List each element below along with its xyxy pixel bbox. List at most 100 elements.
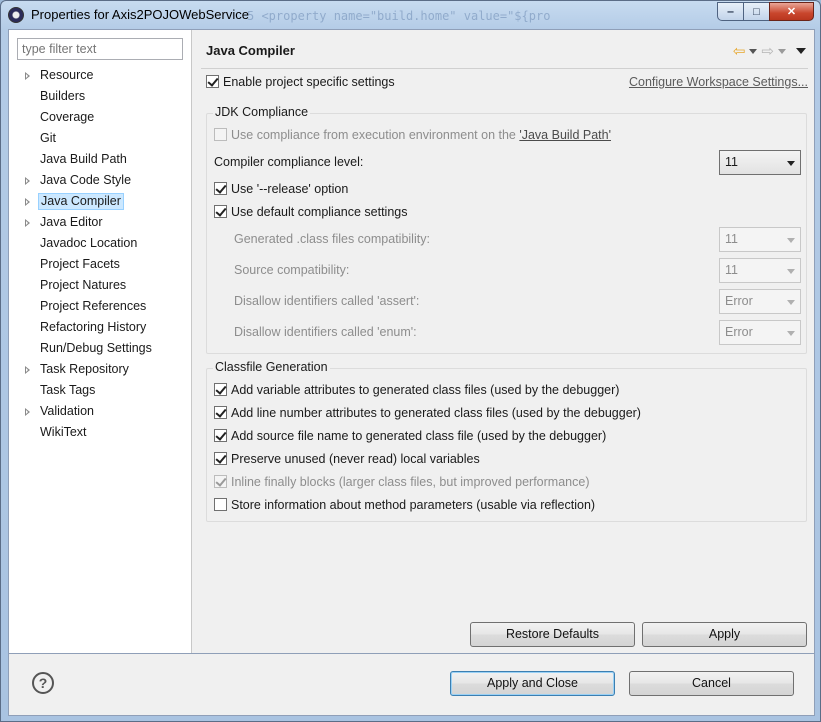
- help-icon[interactable]: ?: [32, 672, 54, 694]
- disallow-enum-label: Disallow identifiers called 'enum':: [234, 325, 417, 339]
- sidebar-item-label: Resource: [40, 68, 94, 82]
- configure-workspace-link[interactable]: Configure Workspace Settings...: [629, 75, 808, 89]
- background-editor-line: 5 <property name="build.home" value="${p…: [247, 9, 551, 23]
- sidebar-item-project-references[interactable]: Project References: [9, 296, 192, 317]
- sidebar-item-label: Java Compiler: [38, 193, 124, 210]
- classfile-option-label: Add line number attributes to generated …: [231, 406, 641, 420]
- sidebar-item-label: Java Editor: [40, 215, 103, 229]
- classfile-option-row: Inline finally blocks (larger class file…: [214, 475, 589, 489]
- classfile-option-row[interactable]: Store information about method parameter…: [214, 498, 595, 512]
- source-compat-select: 11: [719, 258, 801, 283]
- sidebar-item-label: Run/Debug Settings: [40, 341, 152, 355]
- classfile-option-label: Inline finally blocks (larger class file…: [231, 475, 590, 489]
- close-button[interactable]: ✕: [769, 2, 814, 21]
- sidebar-item-git[interactable]: Git: [9, 128, 192, 149]
- sidebar-item-builders[interactable]: Builders: [9, 86, 192, 107]
- filter-input[interactable]: [17, 38, 183, 60]
- sidebar-item-label: Project Natures: [40, 278, 127, 292]
- sidebar-item-task-tags[interactable]: Task Tags: [9, 380, 192, 401]
- source-compat-label: Source compatibility:: [234, 263, 350, 277]
- use-release-row[interactable]: Use '--release' option: [214, 182, 348, 196]
- enable-specific-checkbox[interactable]: [206, 75, 219, 88]
- sidebar-item-run-debug-settings[interactable]: Run/Debug Settings: [9, 338, 192, 359]
- classfile-option-row[interactable]: Preserve unused (never read) local varia…: [214, 452, 480, 466]
- use-release-checkbox[interactable]: [214, 182, 227, 195]
- chevron-down-icon: [787, 269, 795, 274]
- apply-and-close-button[interactable]: Apply and Close: [450, 671, 615, 696]
- sidebar-item-coverage[interactable]: Coverage: [9, 107, 192, 128]
- eclipse-icon: [8, 7, 24, 23]
- cancel-button[interactable]: Cancel: [629, 671, 794, 696]
- expand-arrow-icon[interactable]: [25, 72, 30, 80]
- forward-arrow-icon[interactable]: ⇨: [761, 42, 774, 60]
- expand-arrow-icon[interactable]: [25, 219, 30, 227]
- sidebar-item-label: Task Repository: [40, 362, 129, 376]
- classfile-option-checkbox[interactable]: [214, 406, 227, 419]
- enable-specific-row[interactable]: Enable project specific settings: [206, 75, 395, 89]
- generated-compat-label: Generated .class files compatibility:: [234, 232, 430, 246]
- expand-arrow-icon[interactable]: [25, 408, 30, 416]
- classfile-option-checkbox[interactable]: [214, 429, 227, 442]
- sidebar-item-label: Builders: [40, 89, 86, 103]
- classfile-option-label: Add source file name to generated class …: [231, 429, 607, 443]
- sidebar-item-java-build-path[interactable]: Java Build Path: [9, 149, 192, 170]
- sidebar-item-label: Git: [40, 131, 56, 145]
- sidebar-item-java-code-style[interactable]: Java Code Style: [9, 170, 192, 191]
- sidebar-item-java-editor[interactable]: Java Editor: [9, 212, 192, 233]
- use-release-label: Use '--release' option: [231, 182, 349, 196]
- properties-dialog: Properties for Axis2POJOWebService 5 <pr…: [0, 0, 821, 722]
- sidebar-item-validation[interactable]: Validation: [9, 401, 192, 422]
- expand-arrow-icon[interactable]: [25, 198, 30, 206]
- sidebar-item-label: Java Code Style: [40, 173, 132, 187]
- sidebar-item-javadoc-location[interactable]: Javadoc Location: [9, 233, 192, 254]
- disallow-assert-value: Error: [725, 294, 753, 308]
- classfile-option-label: Add variable attributes to generated cla…: [231, 383, 620, 397]
- maximize-button[interactable]: □: [743, 2, 770, 21]
- sidebar-item-label: Project References: [40, 299, 147, 313]
- expand-arrow-icon[interactable]: [25, 177, 30, 185]
- use-default-row[interactable]: Use default compliance settings: [214, 205, 407, 219]
- view-menu-icon[interactable]: [796, 48, 806, 54]
- sidebar-item-label: Javadoc Location: [40, 236, 138, 250]
- expand-arrow-icon[interactable]: [25, 366, 30, 374]
- compliance-level-label: Compiler compliance level:: [214, 155, 364, 169]
- use-default-checkbox[interactable]: [214, 205, 227, 218]
- sidebar-item-task-repository[interactable]: Task Repository: [9, 359, 192, 380]
- disallow-enum-value: Error: [725, 325, 753, 339]
- sidebar-item-project-natures[interactable]: Project Natures: [9, 275, 192, 296]
- classfile-option-checkbox[interactable]: [214, 452, 227, 465]
- generated-compat-value: 11: [725, 232, 738, 246]
- classfile-option-label: Preserve unused (never read) local varia…: [231, 452, 480, 466]
- forward-dropdown-icon[interactable]: [778, 48, 786, 54]
- page-title: Java Compiler: [206, 43, 295, 58]
- classfile-option-checkbox[interactable]: [214, 498, 227, 511]
- back-dropdown-icon[interactable]: [749, 48, 758, 54]
- restore-defaults-button[interactable]: Restore Defaults: [470, 622, 635, 647]
- sidebar-item-label: Java Build Path: [40, 152, 127, 166]
- sidebar-item-resource[interactable]: Resource: [9, 65, 192, 86]
- classfile-option-row[interactable]: Add variable attributes to generated cla…: [214, 383, 619, 397]
- classfile-option-label: Store information about method parameter…: [231, 498, 596, 512]
- sidebar-item-project-facets[interactable]: Project Facets: [9, 254, 192, 275]
- history-navigation: ⇦ ⇨: [733, 42, 806, 60]
- enable-specific-label: Enable project specific settings: [223, 75, 395, 89]
- title-separator: [201, 68, 808, 69]
- classfile-generation-title: Classfile Generation: [213, 360, 330, 374]
- window-controls: ‒ □ ✕: [717, 2, 814, 21]
- classfile-option-row[interactable]: Add source file name to generated class …: [214, 429, 606, 443]
- window-title: Properties for Axis2POJOWebService: [31, 7, 249, 22]
- java-build-path-link[interactable]: 'Java Build Path': [519, 128, 611, 142]
- sidebar-item-java-compiler[interactable]: Java Compiler: [9, 191, 192, 212]
- back-arrow-icon[interactable]: ⇦: [733, 42, 746, 60]
- sidebar-item-refactoring-history[interactable]: Refactoring History: [9, 317, 192, 338]
- classfile-option-row[interactable]: Add line number attributes to generated …: [214, 406, 641, 420]
- dialog-content: Resource Builders Coverage Git Java Build Pa…: [8, 29, 815, 654]
- sidebar-item-wikitext[interactable]: WikiText: [9, 422, 192, 443]
- classfile-option-checkbox[interactable]: [214, 383, 227, 396]
- compliance-level-select[interactable]: 11: [719, 150, 801, 175]
- minimize-button[interactable]: ‒: [717, 2, 744, 21]
- apply-button[interactable]: Apply: [642, 622, 807, 647]
- title-bar: Properties for Axis2POJOWebService 5 <pr…: [1, 1, 820, 29]
- disallow-assert-label: Disallow identifiers called 'assert':: [234, 294, 420, 308]
- page-panel: Java Compiler ⇦ ⇨ Enable project specifi…: [193, 30, 814, 653]
